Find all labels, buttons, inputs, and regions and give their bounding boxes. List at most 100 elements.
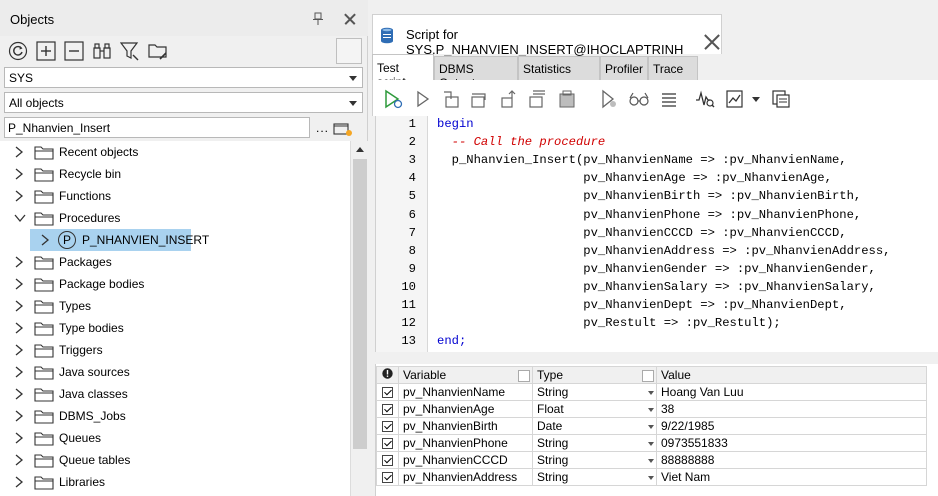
variable-type-cell[interactable]: Float: [532, 400, 657, 418]
type-column-header[interactable]: Type: [532, 366, 657, 384]
chevron-right-icon[interactable]: [14, 168, 24, 180]
variable-checkbox-cell[interactable]: [376, 400, 399, 418]
variable-column-header[interactable]: Variable: [398, 366, 533, 384]
document-tab[interactable]: Script for SYS.P_NHANVIEN_INSERT@IHOCLAP…: [372, 14, 722, 57]
object-type-dropdown[interactable]: All objects: [4, 92, 363, 113]
code-line[interactable]: pv_NhanvienDept => :pv_NhanvienDept,: [437, 298, 846, 312]
checkbox-checked[interactable]: [382, 404, 393, 416]
chevron-right-icon[interactable]: [14, 256, 24, 268]
code-editor[interactable]: 1 2 3 4 5 6 7 8 9 10 11 12 13 begin -- Call the proc…: [375, 116, 938, 352]
code-line[interactable]: pv_NhanvienSalary => :pv_NhanvienSalary,: [437, 280, 876, 294]
scroll-up-icon[interactable]: [356, 147, 364, 152]
folder-edit-icon[interactable]: [148, 41, 168, 61]
variable-type-cell[interactable]: String: [532, 383, 657, 401]
chevron-right-icon[interactable]: [14, 476, 24, 488]
code-line[interactable]: end;: [437, 334, 466, 348]
schema-dropdown[interactable]: SYS: [4, 67, 363, 88]
chevron-down-icon[interactable]: [14, 212, 26, 224]
splitter[interactable]: [372, 352, 938, 364]
chevron-right-icon[interactable]: [14, 300, 24, 312]
variable-name-cell[interactable]: pv_NhanvienCCCD: [398, 451, 533, 469]
variable-checkbox-cell[interactable]: [376, 434, 399, 452]
code-line[interactable]: pv_NhanvienPhone => :pv_NhanvienPhone,: [437, 208, 861, 222]
tree-folder[interactable]: Package bodies: [0, 273, 350, 295]
code-line[interactable]: pv_NhanvienBirth => :pv_NhanvienBirth,: [437, 189, 861, 203]
tree-folder[interactable]: Recent objects: [0, 141, 350, 163]
chevron-right-icon[interactable]: [14, 322, 24, 334]
add-icon[interactable]: [36, 41, 56, 61]
chevron-down-icon[interactable]: [648, 391, 654, 395]
subtab-test-script[interactable]: Test script: [372, 54, 434, 89]
variable-checkbox-cell[interactable]: [376, 451, 399, 469]
chevron-right-icon[interactable]: [14, 366, 24, 378]
variable-name-cell[interactable]: pv_NhanvienName: [398, 383, 533, 401]
variable-value-cell[interactable]: 38: [656, 400, 927, 418]
code-line[interactable]: pv_NhanvienCCCD => :pv_NhanvienCCCD,: [437, 226, 846, 240]
variable-name-cell[interactable]: pv_NhanvienAge: [398, 400, 533, 418]
variable-value-cell[interactable]: 88888888: [656, 451, 927, 469]
chevron-right-icon[interactable]: [40, 234, 50, 246]
variable-row[interactable]: pv_NhanvienAddress String Viet Nam: [376, 468, 927, 486]
tree-item-procedure[interactable]: P P_NHANVIEN_INSERT: [0, 229, 350, 251]
variable-checkbox-cell[interactable]: [376, 468, 399, 486]
subtab-statistics[interactable]: Statistics: [518, 56, 600, 80]
variable-value-cell[interactable]: Hoang Van Luu: [656, 383, 927, 401]
variable-type-cell[interactable]: String: [532, 468, 657, 486]
chevron-right-icon[interactable]: [14, 190, 24, 202]
chevron-right-icon[interactable]: [14, 388, 24, 400]
variable-checkbox-cell[interactable]: [376, 417, 399, 435]
code-line[interactable]: -- Call the procedure: [437, 135, 606, 149]
tree-folder[interactable]: Libraries: [0, 471, 350, 493]
header-checkbox[interactable]: [518, 370, 530, 382]
tree-folder[interactable]: Functions: [0, 185, 350, 207]
subtab-trace[interactable]: Trace: [648, 56, 698, 80]
variable-name-cell[interactable]: pv_NhanvienBirth: [398, 417, 533, 435]
tree-folder[interactable]: Recycle bin: [0, 163, 350, 185]
run-icon[interactable]: [413, 89, 433, 109]
variable-row[interactable]: pv_NhanvienName String Hoang Van Luu: [376, 383, 927, 401]
tree-folder[interactable]: Type bodies: [0, 317, 350, 339]
checkbox-checked[interactable]: [382, 472, 393, 484]
checkbox-checked[interactable]: [382, 438, 393, 450]
run-to-exception-icon[interactable]: [527, 89, 547, 109]
tree-folder[interactable]: Triggers: [0, 339, 350, 361]
code-line[interactable]: p_Nhanvien_Insert(pv_NhanvienName => :pv…: [437, 153, 847, 167]
close-tab-button[interactable]: [704, 34, 720, 50]
checkbox-checked[interactable]: [382, 455, 393, 467]
chevron-right-icon[interactable]: [14, 454, 24, 466]
chevron-down-icon[interactable]: [648, 476, 654, 480]
chevron-right-icon[interactable]: [14, 278, 24, 290]
variable-name-cell[interactable]: pv_NhanvienAddress: [398, 468, 533, 486]
variable-type-cell[interactable]: Date: [532, 417, 657, 435]
refresh-icon[interactable]: [8, 41, 28, 61]
new-filter-icon[interactable]: [333, 121, 353, 137]
chevron-down-icon[interactable]: [648, 425, 654, 429]
tree-folder[interactable]: Procedures: [0, 207, 350, 229]
header-checkbox[interactable]: [642, 370, 654, 382]
chevron-down-icon[interactable]: [751, 89, 761, 109]
variable-checkbox-cell[interactable]: [376, 383, 399, 401]
tree-folder[interactable]: Queues: [0, 427, 350, 449]
watch-glasses-icon[interactable]: [629, 89, 649, 109]
toggle-breakpoint-icon[interactable]: [599, 89, 619, 109]
chart-report-icon[interactable]: [725, 89, 745, 109]
chevron-right-icon[interactable]: [14, 410, 24, 422]
variable-row[interactable]: pv_NhanvienCCCD String 88888888: [376, 451, 927, 469]
step-out-icon[interactable]: [499, 89, 519, 109]
copy-clipboard-icon[interactable]: [771, 89, 791, 109]
stack-list-icon[interactable]: [659, 89, 679, 109]
chevron-right-icon[interactable]: [14, 344, 24, 356]
subtab-profiler[interactable]: Profiler: [600, 56, 648, 80]
tree-scrollbar[interactable]: [350, 141, 368, 496]
variable-row[interactable]: pv_NhanvienPhone String 0973551833: [376, 434, 927, 452]
chevron-down-icon[interactable]: [648, 408, 654, 412]
chevron-down-icon[interactable]: [648, 459, 654, 463]
variable-row[interactable]: pv_NhanvienAge Float 38: [376, 400, 927, 418]
profiler-wave-icon[interactable]: [695, 89, 715, 109]
variable-value-cell[interactable]: Viet Nam: [656, 468, 927, 486]
run-to-end-icon[interactable]: [557, 89, 577, 109]
scroll-thumb[interactable]: [353, 159, 367, 449]
find-binoculars-icon[interactable]: [92, 41, 112, 61]
code-line[interactable]: pv_NhanvienAddress => :pv_NhanvienAddres…: [437, 244, 890, 258]
variable-type-cell[interactable]: String: [532, 434, 657, 452]
